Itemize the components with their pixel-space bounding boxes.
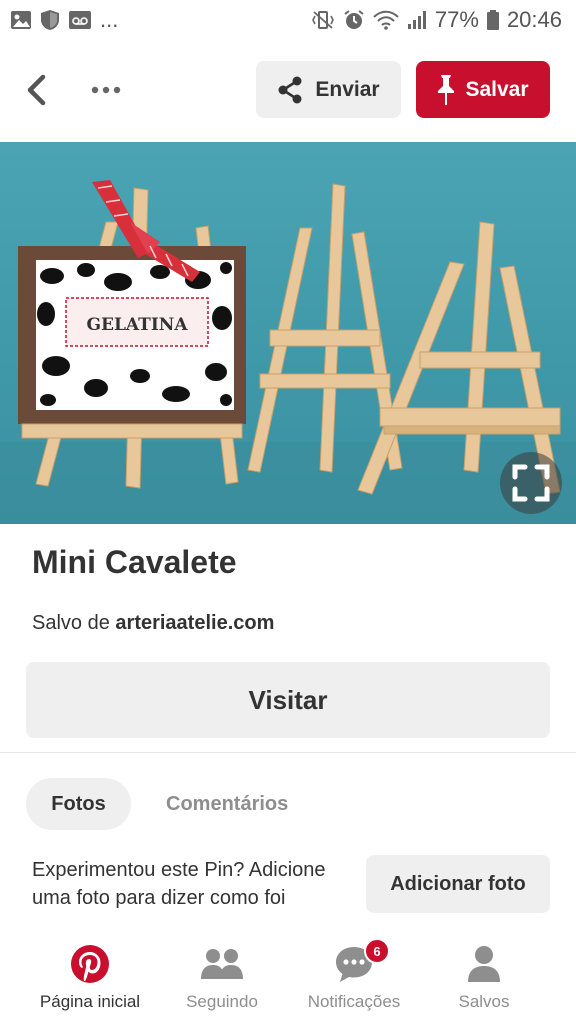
back-button[interactable] xyxy=(18,70,54,110)
voicemail-icon xyxy=(68,10,92,30)
more-notifications: ... xyxy=(100,7,119,32)
fullscreen-icon xyxy=(512,464,550,502)
ellipsis-icon xyxy=(91,86,121,94)
saved-from-prefix: Salvo de xyxy=(32,612,110,634)
pushpin-icon xyxy=(438,74,455,105)
status-right: 77% 20:46 xyxy=(311,7,562,33)
expand-image-button[interactable] xyxy=(500,452,562,514)
chat-bubble-icon: 6 xyxy=(332,938,390,986)
divider xyxy=(0,752,576,753)
nav-label-home: Página inicial xyxy=(39,992,141,1011)
gallery-icon xyxy=(10,10,32,30)
alarm-icon xyxy=(343,9,365,31)
tab-fotos[interactable]: Fotos xyxy=(26,778,131,830)
notification-badge: 6 xyxy=(364,938,390,964)
nav-label-following: Seguindo xyxy=(186,992,258,1011)
nav-item-saved[interactable]: Salvos xyxy=(414,942,554,1012)
add-photo-button[interactable]: Adicionar foto xyxy=(366,855,550,913)
try-pin-text: Experimentou este Pin? Adicione uma foto… xyxy=(32,859,326,909)
clock: 20:46 xyxy=(506,7,562,32)
vibrate-icon xyxy=(311,10,335,30)
more-options-button[interactable] xyxy=(84,70,128,110)
nav-item-following[interactable]: Seguindo xyxy=(152,942,292,1012)
nav-item-notifications[interactable]: 6 Notificações xyxy=(284,938,424,1012)
nav-label-saved: Salvos xyxy=(458,992,510,1011)
save-button[interactable]: Salvar xyxy=(416,61,550,118)
people-icon xyxy=(200,942,244,986)
battery-icon xyxy=(486,10,499,30)
pin-title: Mini Cavalete xyxy=(32,544,237,580)
chevron-left-icon xyxy=(27,74,46,106)
card-label: GELATINA xyxy=(86,315,188,335)
share-label: Enviar xyxy=(315,77,380,101)
share-icon xyxy=(278,76,302,103)
source-link[interactable]: arteriaatelie.com xyxy=(115,612,274,634)
status-left: ... xyxy=(10,7,118,33)
signal-icon xyxy=(407,10,427,30)
saved-from-line: Salvo de arteriaatelie.com xyxy=(32,612,274,635)
pinterest-logo-icon xyxy=(68,942,112,986)
wifi-icon xyxy=(373,10,399,30)
share-button[interactable]: Enviar xyxy=(256,61,401,118)
top-bar: Enviar Salvar xyxy=(0,56,576,122)
visit-button[interactable]: Visitar xyxy=(26,662,550,738)
shield-icon xyxy=(40,9,60,31)
save-label: Salvar xyxy=(465,77,529,101)
easel-illustration xyxy=(247,183,403,473)
nav-item-home[interactable]: Página inicial xyxy=(20,942,160,1012)
bottom-nav: Página inicial Seguindo 6 Notificações S… xyxy=(0,938,576,1024)
tab-comentarios[interactable]: Comentários xyxy=(150,778,304,830)
battery-level: 77% xyxy=(434,7,479,32)
status-bar: ... 77% 20:46 xyxy=(0,0,576,40)
pin-image[interactable]: GELATINA xyxy=(0,142,576,524)
person-icon xyxy=(462,942,506,986)
nav-label-notifications: Notificações xyxy=(307,992,401,1011)
gelatina-card: GELATINA xyxy=(18,246,246,424)
